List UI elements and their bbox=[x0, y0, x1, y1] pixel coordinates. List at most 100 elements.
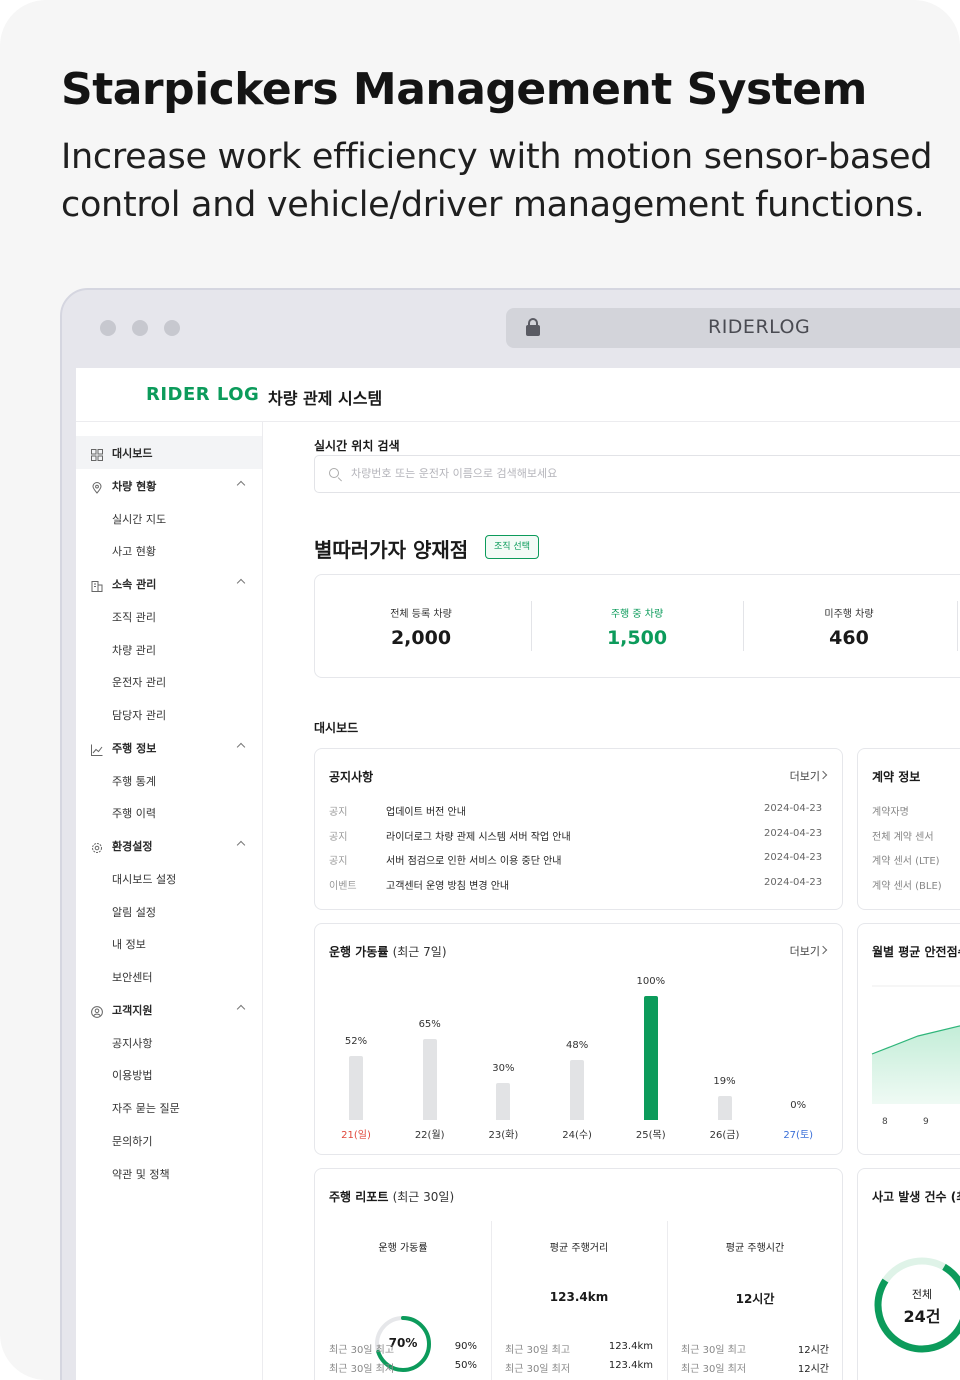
panel-title-suffix: (최근 7일) bbox=[392, 945, 447, 959]
notice-text: 업데이트 버전 안내 bbox=[386, 807, 466, 818]
chevron-up-icon[interactable] bbox=[236, 1004, 246, 1013]
notice-date: 2024-04-23 bbox=[764, 803, 823, 814]
report-max-value: 90% bbox=[454, 1341, 477, 1352]
sidebar-item[interactable]: 소속 관리 bbox=[76, 567, 262, 600]
stat-value: 2,000 bbox=[390, 627, 452, 649]
location-pin-icon bbox=[91, 479, 103, 494]
sidebar-item-label: 자주 묻는 질문 bbox=[112, 1102, 180, 1115]
chevron-up-icon[interactable] bbox=[236, 742, 246, 751]
sidebar-item[interactable]: 공지사항 bbox=[76, 1026, 262, 1059]
sidebar-item-label: 약관 및 정책 bbox=[112, 1167, 170, 1181]
main-content: 실시간 위치 검색 별따러가자 양재점 조직 선택 전체 등록 차량 2,000… bbox=[314, 422, 960, 1380]
panel-title: 공지사항 bbox=[329, 770, 374, 784]
x-tick-label: 9 bbox=[923, 1117, 929, 1127]
sidebar-item[interactable]: 알림 설정 bbox=[76, 895, 262, 928]
org-select-button[interactable]: 조직 선택 bbox=[485, 535, 539, 559]
hero-subtitle: Increase work efficiency with motion sen… bbox=[61, 137, 933, 225]
sidebar-item-label: 조직 관리 bbox=[112, 610, 156, 624]
report-min-label: 최근 30일 최저 bbox=[329, 1364, 395, 1375]
notice-row[interactable]: 공지 라이더로그 차량 관제 시스템 서버 작업 안내 2024-04-23 bbox=[329, 828, 829, 844]
accident-center-value: 24건 bbox=[903, 1307, 941, 1326]
sidebar-item-label: 주행 통계 bbox=[112, 774, 156, 788]
report-operation-rate: 운행 가동률 70% 최근 30일 최고 90% 최근 30일 최저 50% bbox=[315, 1219, 491, 1380]
panel-title: 계약 정보 bbox=[872, 770, 921, 784]
bar-category-label: 27(토) bbox=[783, 1130, 814, 1141]
address-bar[interactable]: RIDERLOG bbox=[506, 308, 960, 348]
operation-more-link[interactable]: 더보기 bbox=[790, 943, 820, 959]
chevron-right-icon[interactable] bbox=[818, 945, 828, 955]
sidebar-item[interactable]: 차량 현황 bbox=[76, 469, 262, 502]
report-min-value: 50% bbox=[454, 1360, 477, 1371]
window-dot-icon[interactable] bbox=[132, 320, 148, 336]
safety-area-chart bbox=[871, 985, 960, 1104]
sidebar-item[interactable]: 차량 관리 bbox=[76, 633, 262, 666]
bar bbox=[643, 996, 658, 1120]
report-min-value: 123.4km bbox=[608, 1360, 653, 1371]
bar-category-label: 23(화) bbox=[488, 1130, 519, 1141]
sidebar-item-label: 알림 설정 bbox=[112, 905, 156, 919]
sidebar-item-label: 주행 이력 bbox=[112, 807, 156, 821]
window-dot-icon[interactable] bbox=[100, 320, 116, 336]
notice-panel: 공지사항 더보기 공지 업데이트 버전 안내 2024-04-23 공지 라이더로그 차… bbox=[314, 748, 843, 910]
stat-label: 미주행 차량 bbox=[824, 609, 874, 620]
notice-row[interactable]: 공지 업데이트 버전 안내 2024-04-23 bbox=[329, 803, 829, 819]
sidebar-item[interactable]: 보안센터 bbox=[76, 960, 262, 993]
sidebar-item[interactable]: 내 정보 bbox=[76, 927, 262, 960]
notice-row[interactable]: 이벤트 고객센터 운영 방침 변경 안내 2024-04-23 bbox=[329, 877, 829, 893]
sidebar-item[interactable]: 대시보드 bbox=[76, 436, 262, 469]
sidebar-item[interactable]: 실시간 지도 bbox=[76, 502, 262, 535]
bar-value-label: 0% bbox=[790, 1100, 807, 1111]
notice-more-link[interactable]: 더보기 bbox=[790, 768, 820, 784]
notice-date: 2024-04-23 bbox=[764, 876, 823, 888]
chevron-up-icon[interactable] bbox=[236, 480, 246, 489]
sidebar-item[interactable]: 고객지원 bbox=[76, 993, 262, 1026]
notice-row[interactable]: 공지 서버 점검으로 인한 서비스 이용 중단 안내 2024-04-23 bbox=[329, 852, 829, 868]
chevron-up-icon[interactable] bbox=[236, 840, 246, 850]
sidebar-item-label: 환경설정 bbox=[112, 840, 153, 853]
safety-score-panel: 월별 평균 안전점수 8 9 bbox=[857, 923, 960, 1155]
chevron-right-icon[interactable] bbox=[818, 770, 828, 780]
sidebar-item[interactable]: 약관 및 정책 bbox=[76, 1157, 262, 1190]
stat-value: 460 bbox=[829, 627, 869, 649]
sidebar-item[interactable]: 사고 현황 bbox=[76, 534, 262, 567]
sidebar-item[interactable]: 주행 정보 bbox=[76, 731, 262, 764]
sidebar-item-label: 대시보드 설정 bbox=[112, 872, 177, 886]
report-max-label: 최근 30일 최고 bbox=[681, 1345, 747, 1356]
sidebar-item[interactable]: 주행 이력 bbox=[76, 796, 262, 829]
sidebar-item-label: 차량 현황 bbox=[112, 479, 157, 493]
org-name: 별따러가자 양재점 bbox=[314, 538, 469, 562]
vehicle-stats: 전체 등록 차량 2,000 주행 중 차량 1,500 미주행 차량 460 bbox=[314, 574, 960, 678]
bar-value-label: 65% bbox=[418, 1019, 441, 1031]
app-window: RIDER LOG 차량 관제 시스템 대시보드 차량 현황 실시간 지도 사고 현황… bbox=[76, 368, 960, 1380]
hero-title: Starpickers Management System bbox=[61, 64, 867, 115]
report-min-value: 12시간 bbox=[797, 1364, 829, 1375]
sidebar-item[interactable]: 주행 통계 bbox=[76, 764, 262, 797]
contract-row-label: 계약 센서 (LTE) bbox=[872, 856, 940, 867]
sidebar-item[interactable]: 운전자 관리 bbox=[76, 665, 262, 698]
search-input[interactable] bbox=[351, 467, 951, 480]
notice-type: 이벤트 bbox=[329, 880, 357, 892]
riderlog-logo[interactable]: RIDER LOG bbox=[146, 384, 259, 405]
stat-idle-vehicles: 미주행 차량 460 bbox=[743, 575, 955, 679]
bar-value-label: 48% bbox=[565, 1040, 589, 1052]
stat-label: 주행 중 차량 bbox=[610, 609, 664, 620]
sidebar-item[interactable]: 환경설정 bbox=[76, 829, 262, 862]
sidebar-item[interactable]: 이용방법 bbox=[76, 1058, 262, 1091]
sidebar-item[interactable]: 대시보드 설정 bbox=[76, 862, 262, 895]
window-dot-icon[interactable] bbox=[164, 320, 180, 336]
report-min-label: 최근 30일 최저 bbox=[505, 1364, 571, 1375]
sidebar-item[interactable]: 자주 묻는 질문 bbox=[76, 1091, 262, 1124]
bar-category-label: 25(목) bbox=[635, 1130, 666, 1141]
sidebar-item[interactable]: 문의하기 bbox=[76, 1124, 262, 1157]
sidebar-item-label: 운전자 관리 bbox=[112, 676, 167, 690]
bar-value-label: 52% bbox=[344, 1035, 368, 1047]
sidebar: 대시보드차량 현황실시간 지도사고 현황 소속 관리조직 관리차량 관리운전자 관… bbox=[76, 422, 263, 1380]
chevron-up-icon[interactable] bbox=[236, 578, 246, 588]
sidebar-item-label: 실시간 지도 bbox=[112, 512, 167, 526]
bar-category-label: 21(일) bbox=[341, 1130, 371, 1141]
sidebar-item[interactable]: 조직 관리 bbox=[76, 600, 262, 633]
sidebar-item-label: 주행 정보 bbox=[112, 741, 157, 755]
panel-title-main: 운행 가동률 bbox=[329, 945, 389, 959]
notice-type: 공지 bbox=[329, 807, 348, 818]
sidebar-item[interactable]: 담당자 관리 bbox=[76, 698, 262, 731]
